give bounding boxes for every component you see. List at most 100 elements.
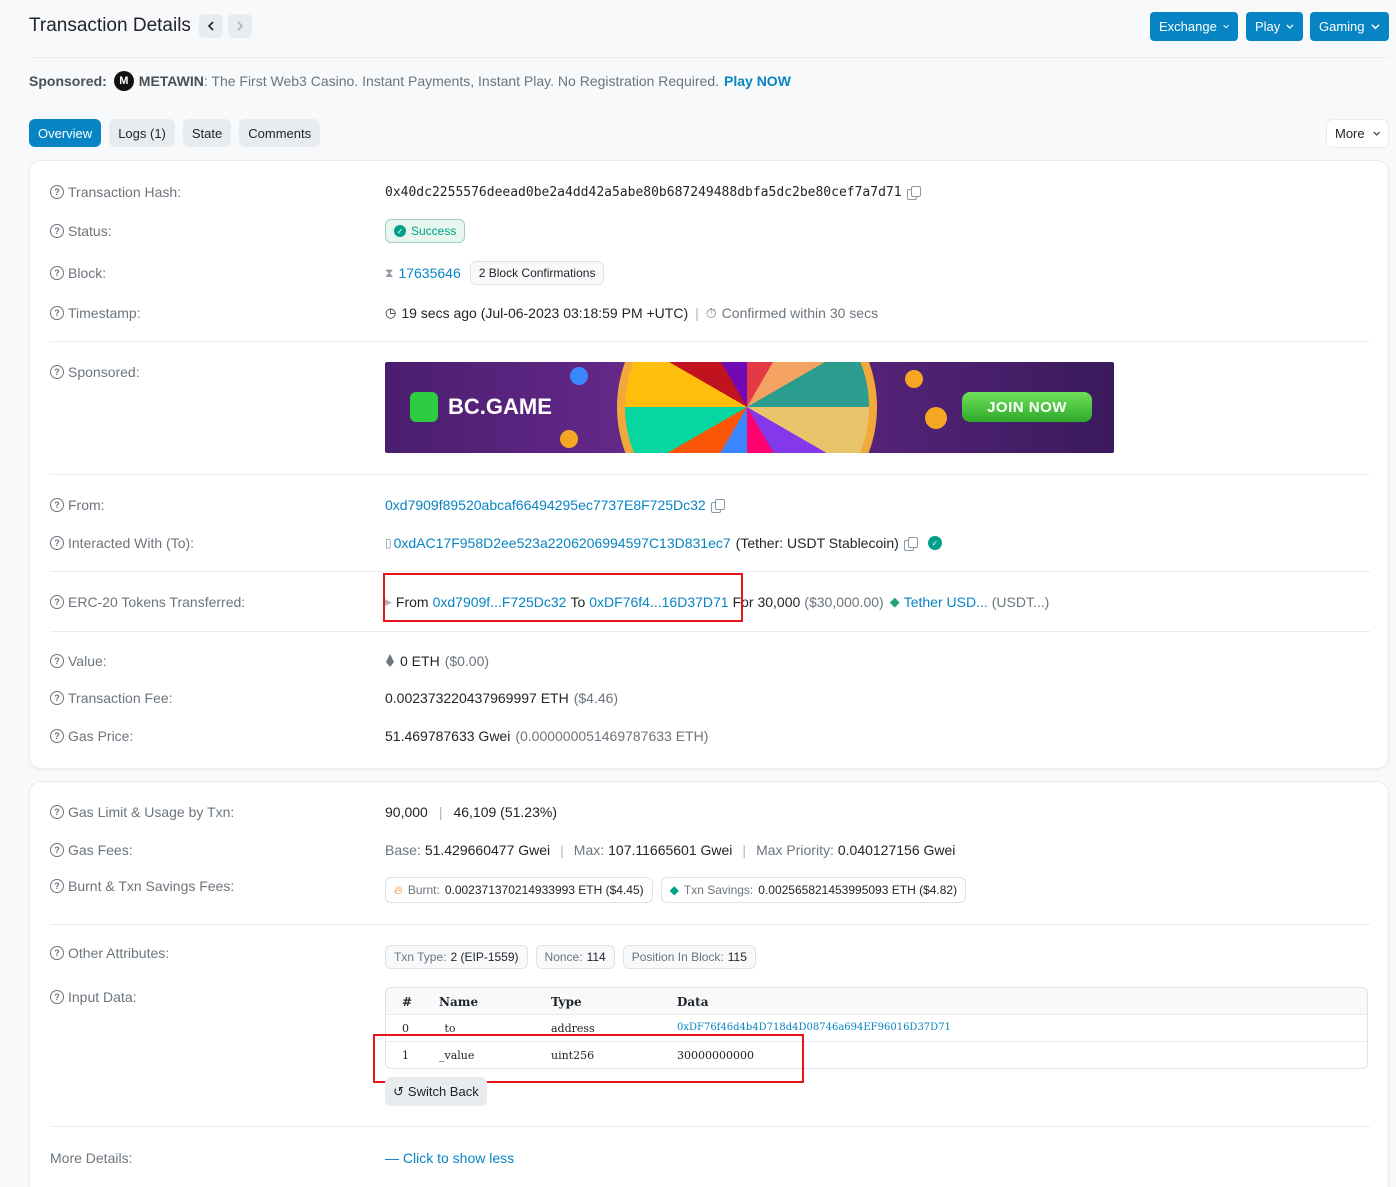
copy-icon[interactable] bbox=[903, 536, 918, 551]
to-contract-name: (Tether: USDT Stablecoin) bbox=[735, 535, 899, 551]
sponsor-text: : The First Web3 Casino. Instant Payment… bbox=[203, 73, 719, 89]
max-value: 107.11665601 Gwei bbox=[608, 842, 733, 858]
gaming-button[interactable]: Gaming bbox=[1310, 12, 1389, 41]
help-icon: ? bbox=[50, 805, 64, 819]
other-attributes-row: ? Other Attributes: Txn Type: 2 (EIP-1559)… bbox=[50, 944, 1370, 970]
gas-price-eth: (0.000000051469787633 ETH) bbox=[515, 728, 709, 744]
label-text: Transaction Fee: bbox=[68, 690, 173, 706]
gas-price-label: ? Gas Price: bbox=[50, 728, 133, 744]
header-divider bbox=[29, 57, 1389, 58]
divider bbox=[50, 1126, 1370, 1127]
bc-game-ad-banner[interactable]: BC.GAME JOIN NOW bbox=[385, 362, 1114, 453]
status-value: ✓ Success bbox=[385, 219, 466, 243]
show-less-link[interactable]: — Click to show less bbox=[385, 1150, 514, 1166]
from-address-link[interactable]: 0xd7909f89520abcaf66494295ec7737E8F725Dc… bbox=[385, 497, 706, 513]
more-details-value: — Click to show less bbox=[385, 1150, 514, 1166]
from-row: ? From: 0xd7909f89520abcaf66494295ec7737E… bbox=[50, 495, 1370, 515]
savings-key: Txn Savings: bbox=[683, 883, 754, 897]
value-label: ? Value: bbox=[50, 653, 107, 669]
highlight-box bbox=[383, 573, 743, 622]
from-label: ? From: bbox=[50, 497, 105, 513]
help-icon: ? bbox=[50, 654, 64, 668]
switch-back-label: Switch Back bbox=[407, 1084, 479, 1099]
separator: | bbox=[742, 842, 747, 858]
confirmed-text: Confirmed within 30 secs bbox=[721, 305, 879, 321]
check-circle-icon: ✓ bbox=[394, 225, 406, 237]
help-icon: ? bbox=[50, 879, 64, 893]
switch-back-button[interactable]: ↺ Switch Back bbox=[385, 1077, 487, 1106]
next-arrow-button[interactable] bbox=[228, 14, 252, 38]
tab-comments[interactable]: Comments bbox=[239, 119, 321, 147]
coin-graphic bbox=[925, 407, 947, 429]
join-now-button[interactable]: JOIN NOW bbox=[962, 392, 1092, 422]
divider bbox=[50, 474, 1370, 475]
prev-arrow-button[interactable] bbox=[199, 14, 223, 38]
timestamp-row: ? Timestamp: ◷ 19 secs ago (Jul-06-2023 0… bbox=[50, 303, 1370, 323]
play-button[interactable]: Play bbox=[1246, 12, 1303, 41]
savings-amount: 0.002565821453995093 ETH ($4.82) bbox=[758, 883, 958, 897]
bc-game-logo: BC.GAME bbox=[410, 392, 552, 422]
tab-overview[interactable]: Overview bbox=[29, 119, 102, 147]
erc20-token-link[interactable]: Tether USD... bbox=[904, 594, 988, 610]
savings-icon: ◆ bbox=[669, 883, 679, 897]
value-row: ? Value: 0 ETH ($0.00) bbox=[50, 651, 1370, 671]
fee-row: ? Transaction Fee: 0.002373220437969997 E… bbox=[50, 688, 1370, 708]
burnt-label: ? Burnt & Txn Savings Fees: bbox=[50, 878, 234, 894]
banner-brand-text: BC.GAME bbox=[448, 394, 552, 419]
bc-game-logo-icon bbox=[410, 392, 438, 422]
verified-icon: ✓ bbox=[927, 536, 942, 550]
block-label: ? Block: bbox=[50, 265, 106, 281]
more-dropdown-button[interactable]: More bbox=[1326, 119, 1389, 148]
base-value: 51.429660477 Gwei bbox=[424, 842, 551, 858]
chevron-left-icon bbox=[207, 21, 214, 31]
chevron-down-icon bbox=[1223, 24, 1229, 29]
copy-icon[interactable] bbox=[710, 498, 725, 513]
tab-state[interactable]: State bbox=[182, 119, 232, 147]
label-text: From: bbox=[68, 497, 105, 513]
column-header: Data bbox=[677, 995, 709, 1009]
gas-fees-row: ? Gas Fees: Base: 51.429660477 Gwei | Max… bbox=[50, 840, 1370, 860]
erc20-symbol: (USDT...) bbox=[991, 594, 1050, 610]
block-value: ⧗ 17635646 2 Block Confirmations bbox=[385, 261, 605, 285]
separator: | bbox=[560, 842, 564, 858]
help-icon: ? bbox=[50, 365, 64, 379]
erc20-usd: ($30,000.00) bbox=[804, 594, 884, 610]
copy-icon[interactable] bbox=[906, 185, 921, 200]
burnt-badge: 🔥︎ Burnt: 0.002371370214933993 ETH ($4.4… bbox=[385, 877, 653, 903]
help-icon: ? bbox=[50, 498, 64, 512]
nonce-value: 114 bbox=[586, 950, 606, 964]
label-text: Timestamp: bbox=[68, 305, 141, 321]
savings-badge: ◆ Txn Savings: 0.002565821453995093 ETH … bbox=[660, 877, 967, 903]
block-link[interactable]: 17635646 bbox=[398, 265, 460, 281]
sponsored-label: ? Sponsored: bbox=[50, 364, 140, 380]
gas-fees-value: Base: 51.429660477 Gwei | Max: 107.11665… bbox=[385, 842, 955, 858]
tx-hash-row: ? Transaction Hash: 0x40dc2255576deead0be… bbox=[50, 182, 1370, 202]
confirmations-badge: 2 Block Confirmations bbox=[469, 261, 605, 285]
position-key: Position In Block: bbox=[631, 950, 724, 964]
base-key: Base: bbox=[385, 842, 421, 858]
play-now-link[interactable]: Play NOW bbox=[724, 73, 791, 89]
txn-type-key: Txn Type: bbox=[394, 950, 447, 964]
tab-logs[interactable]: Logs (1) bbox=[109, 119, 175, 147]
divider bbox=[50, 924, 1370, 925]
position-badge: Position In Block: 115 bbox=[622, 945, 756, 969]
tx-hash-value: 0x40dc2255576deead0be2a4dd42a5abe80b6872… bbox=[385, 185, 921, 200]
nonce-key: Nonce: bbox=[544, 950, 583, 964]
input-data-label: ? Input Data: bbox=[50, 989, 137, 1005]
status-label: ? Status: bbox=[50, 223, 112, 239]
table-header: # Name Type Data bbox=[386, 988, 1367, 1015]
row-data-link[interactable]: 0xDF76f46d4b4D718d4D08746a694EF96016D37D… bbox=[677, 1022, 951, 1033]
gas-used-text: 46,109 (51.23%) bbox=[453, 804, 557, 820]
exchange-button[interactable]: Exchange bbox=[1150, 12, 1238, 41]
separator: | bbox=[438, 804, 443, 820]
other-attributes-value: Txn Type: 2 (EIP-1559) Nonce: 114 Position… bbox=[385, 945, 756, 969]
exchange-label: Exchange bbox=[1159, 19, 1217, 34]
to-address-link[interactable]: 0xdAC17F958D2ee523a2206206994597C13D831e… bbox=[394, 535, 731, 551]
metawin-logo-icon: M bbox=[113, 71, 134, 91]
chevron-right-icon bbox=[237, 21, 244, 31]
burnt-key: Burnt: bbox=[407, 883, 440, 897]
value-usd: ($0.00) bbox=[444, 653, 490, 669]
separator: | bbox=[695, 305, 699, 321]
gas-limit-text: 90,000 bbox=[385, 804, 428, 820]
sponsored-label: Sponsored: bbox=[29, 73, 107, 89]
